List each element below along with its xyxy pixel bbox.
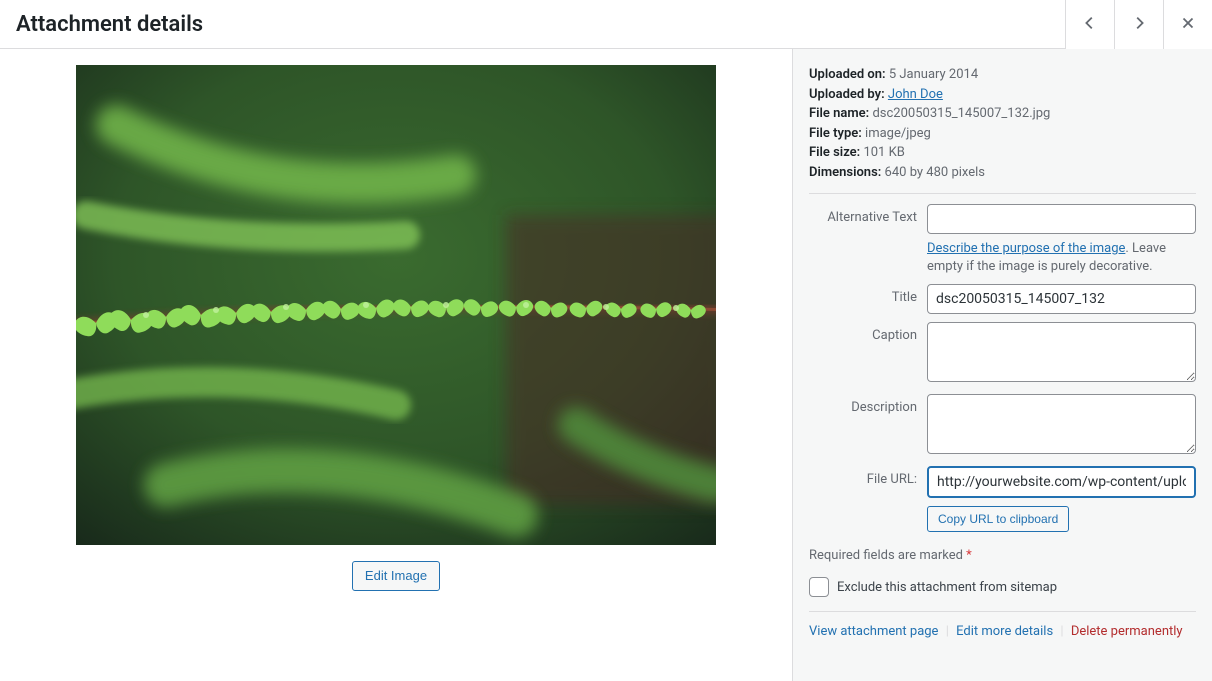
modal-nav-actions	[1065, 0, 1212, 49]
required-fields-text: Required fields are marked	[809, 548, 963, 563]
attachment-actions: View attachment page | Edit more details…	[809, 624, 1196, 639]
uploaded-by-link[interactable]: John Doe	[888, 87, 943, 102]
dimensions-label: Dimensions:	[809, 165, 881, 180]
view-attachment-link[interactable]: View attachment page	[809, 624, 938, 639]
file-size-label: File size:	[809, 145, 860, 160]
attachment-sidebar: Uploaded on: 5 January 2014 Uploaded by:…	[792, 49, 1212, 681]
chevron-left-icon	[1081, 14, 1099, 35]
description-label: Description	[809, 394, 927, 415]
uploaded-on-value: 5 January 2014	[889, 67, 978, 82]
exclude-sitemap-checkbox[interactable]	[809, 577, 829, 597]
required-asterisk: *	[966, 548, 972, 563]
file-size-value: 101 KB	[863, 145, 904, 160]
uploaded-on-label: Uploaded on:	[809, 67, 886, 82]
required-fields-note: Required fields are marked *	[809, 548, 1196, 563]
file-name-label: File name:	[809, 106, 869, 121]
alt-text-input[interactable]	[927, 204, 1196, 234]
uploaded-by-label: Uploaded by:	[809, 87, 885, 102]
alt-text-label: Alternative Text	[809, 204, 927, 225]
file-type-value: image/jpeg	[865, 126, 931, 141]
prev-button[interactable]	[1065, 0, 1114, 49]
copy-url-button[interactable]: Copy URL to clipboard	[927, 506, 1069, 532]
modal-header: Attachment details	[0, 0, 1212, 49]
alt-text-help-link[interactable]: Describe the purpose of the image	[927, 241, 1125, 256]
delete-permanently-link[interactable]: Delete permanently	[1071, 624, 1183, 639]
close-icon	[1179, 14, 1197, 35]
caption-label: Caption	[809, 322, 927, 343]
file-url-label: File URL:	[809, 466, 927, 487]
file-name-value: dsc20050315_145007_132.jpg	[872, 106, 1050, 121]
caption-textarea[interactable]	[927, 322, 1196, 382]
edit-image-button[interactable]: Edit Image	[352, 561, 440, 591]
attachment-image	[76, 65, 716, 545]
file-type-label: File type:	[809, 126, 862, 141]
chevron-right-icon	[1130, 14, 1148, 35]
attachment-meta-details: Uploaded on: 5 January 2014 Uploaded by:…	[809, 65, 1196, 194]
title-label: Title	[809, 284, 927, 305]
file-url-input[interactable]	[927, 466, 1196, 498]
modal-title: Attachment details	[0, 0, 219, 49]
media-preview-pane: Edit Image	[0, 49, 792, 681]
attachment-details-modal: Attachment details	[0, 0, 1212, 681]
edit-more-details-link[interactable]: Edit more details	[956, 624, 1053, 639]
modal-body: Edit Image Uploaded on: 5 January 2014 U…	[0, 49, 1212, 681]
attachment-settings: Alternative Text Describe the purpose of…	[809, 194, 1196, 639]
next-button[interactable]	[1114, 0, 1163, 49]
action-separator-1: |	[946, 624, 949, 639]
close-button[interactable]	[1163, 0, 1212, 49]
exclude-sitemap-label: Exclude this attachment from sitemap	[837, 580, 1057, 595]
description-textarea[interactable]	[927, 394, 1196, 454]
action-separator-2: |	[1060, 624, 1063, 639]
dimensions-value: 640 by 480 pixels	[885, 165, 985, 180]
alt-text-help: Describe the purpose of the image. Leave…	[927, 240, 1196, 276]
title-input[interactable]	[927, 284, 1196, 314]
